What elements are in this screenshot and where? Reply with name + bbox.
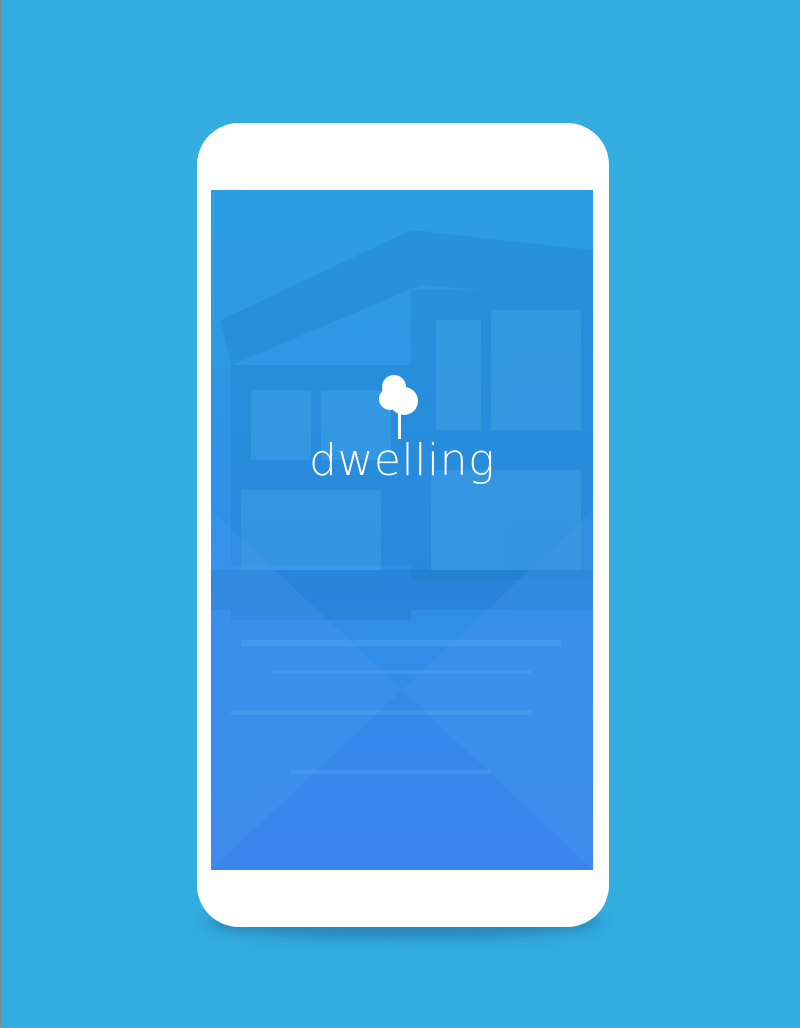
brand-logo: dwelling [211, 365, 593, 487]
left-edge-divider [0, 0, 1, 1028]
tree-icon [379, 375, 418, 439]
house-background-image [211, 230, 593, 870]
splash-screen: dwelling [211, 190, 593, 870]
brand-wordmark: dwelling [309, 435, 495, 486]
